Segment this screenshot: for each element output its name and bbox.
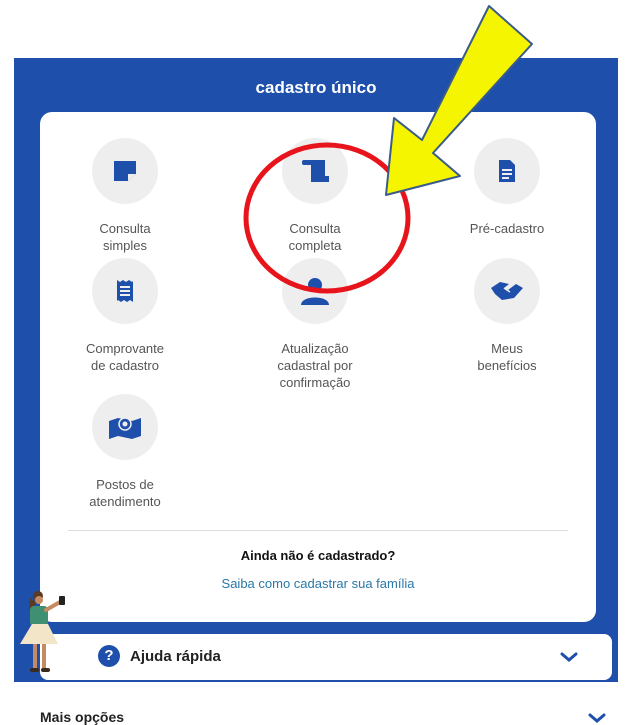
note-icon [114,161,136,181]
help-question-icon: ? [98,645,120,667]
handshake-icon [491,282,523,300]
tile-postos[interactable]: Postos de atendimento [50,394,200,510]
more-options-label[interactable]: Mais opções [40,709,124,725]
tile-consulta-completa[interactable]: Consulta completa [240,138,390,254]
tile-comprovante[interactable]: Comprovante de cadastro [50,258,200,374]
tile-atualizacao[interactable]: Atualização cadastral por confirmação [240,258,390,391]
tile-label: Consulta simples [99,221,151,253]
map-pin-icon [109,417,141,439]
woman-illustration [20,591,65,672]
receipt-icon [117,280,133,302]
tile-label: Postos de atendimento [89,477,161,509]
quick-help-bar[interactable]: ? Ajuda rápida [40,634,612,680]
main-panel: cadastro único Consulta simples Consulta… [14,58,618,682]
tile-meus-beneficios[interactable]: Meus benefícios [432,258,582,374]
tile-pre-cadastro[interactable]: Pré-cadastro [432,138,582,237]
learn-register-link[interactable]: Saiba como cadastrar sua família [40,576,596,591]
divider [68,530,568,531]
tile-label: Consulta completa [288,221,342,253]
scroll-icon [302,160,329,182]
app-title: cadastro único [255,78,377,97]
tile-label: Atualização cadastral por confirmação [277,341,353,390]
document-icon [499,160,515,182]
quick-help-label: Ajuda rápida [130,648,221,665]
tile-consulta-simples[interactable]: Consulta simples [50,138,200,254]
tile-label: Meus benefícios [477,341,537,373]
tile-label: Comprovante de cadastro [85,341,165,373]
not-registered-question: Ainda não é cadastrado? [240,548,396,563]
services-card: Consulta simples Consulta completa Pré-c… [40,112,596,622]
tile-label: Pré-cadastro [469,221,545,236]
person-icon [301,278,329,305]
chevron-down-icon[interactable] [588,713,606,723]
chevron-down-icon[interactable] [560,652,578,662]
